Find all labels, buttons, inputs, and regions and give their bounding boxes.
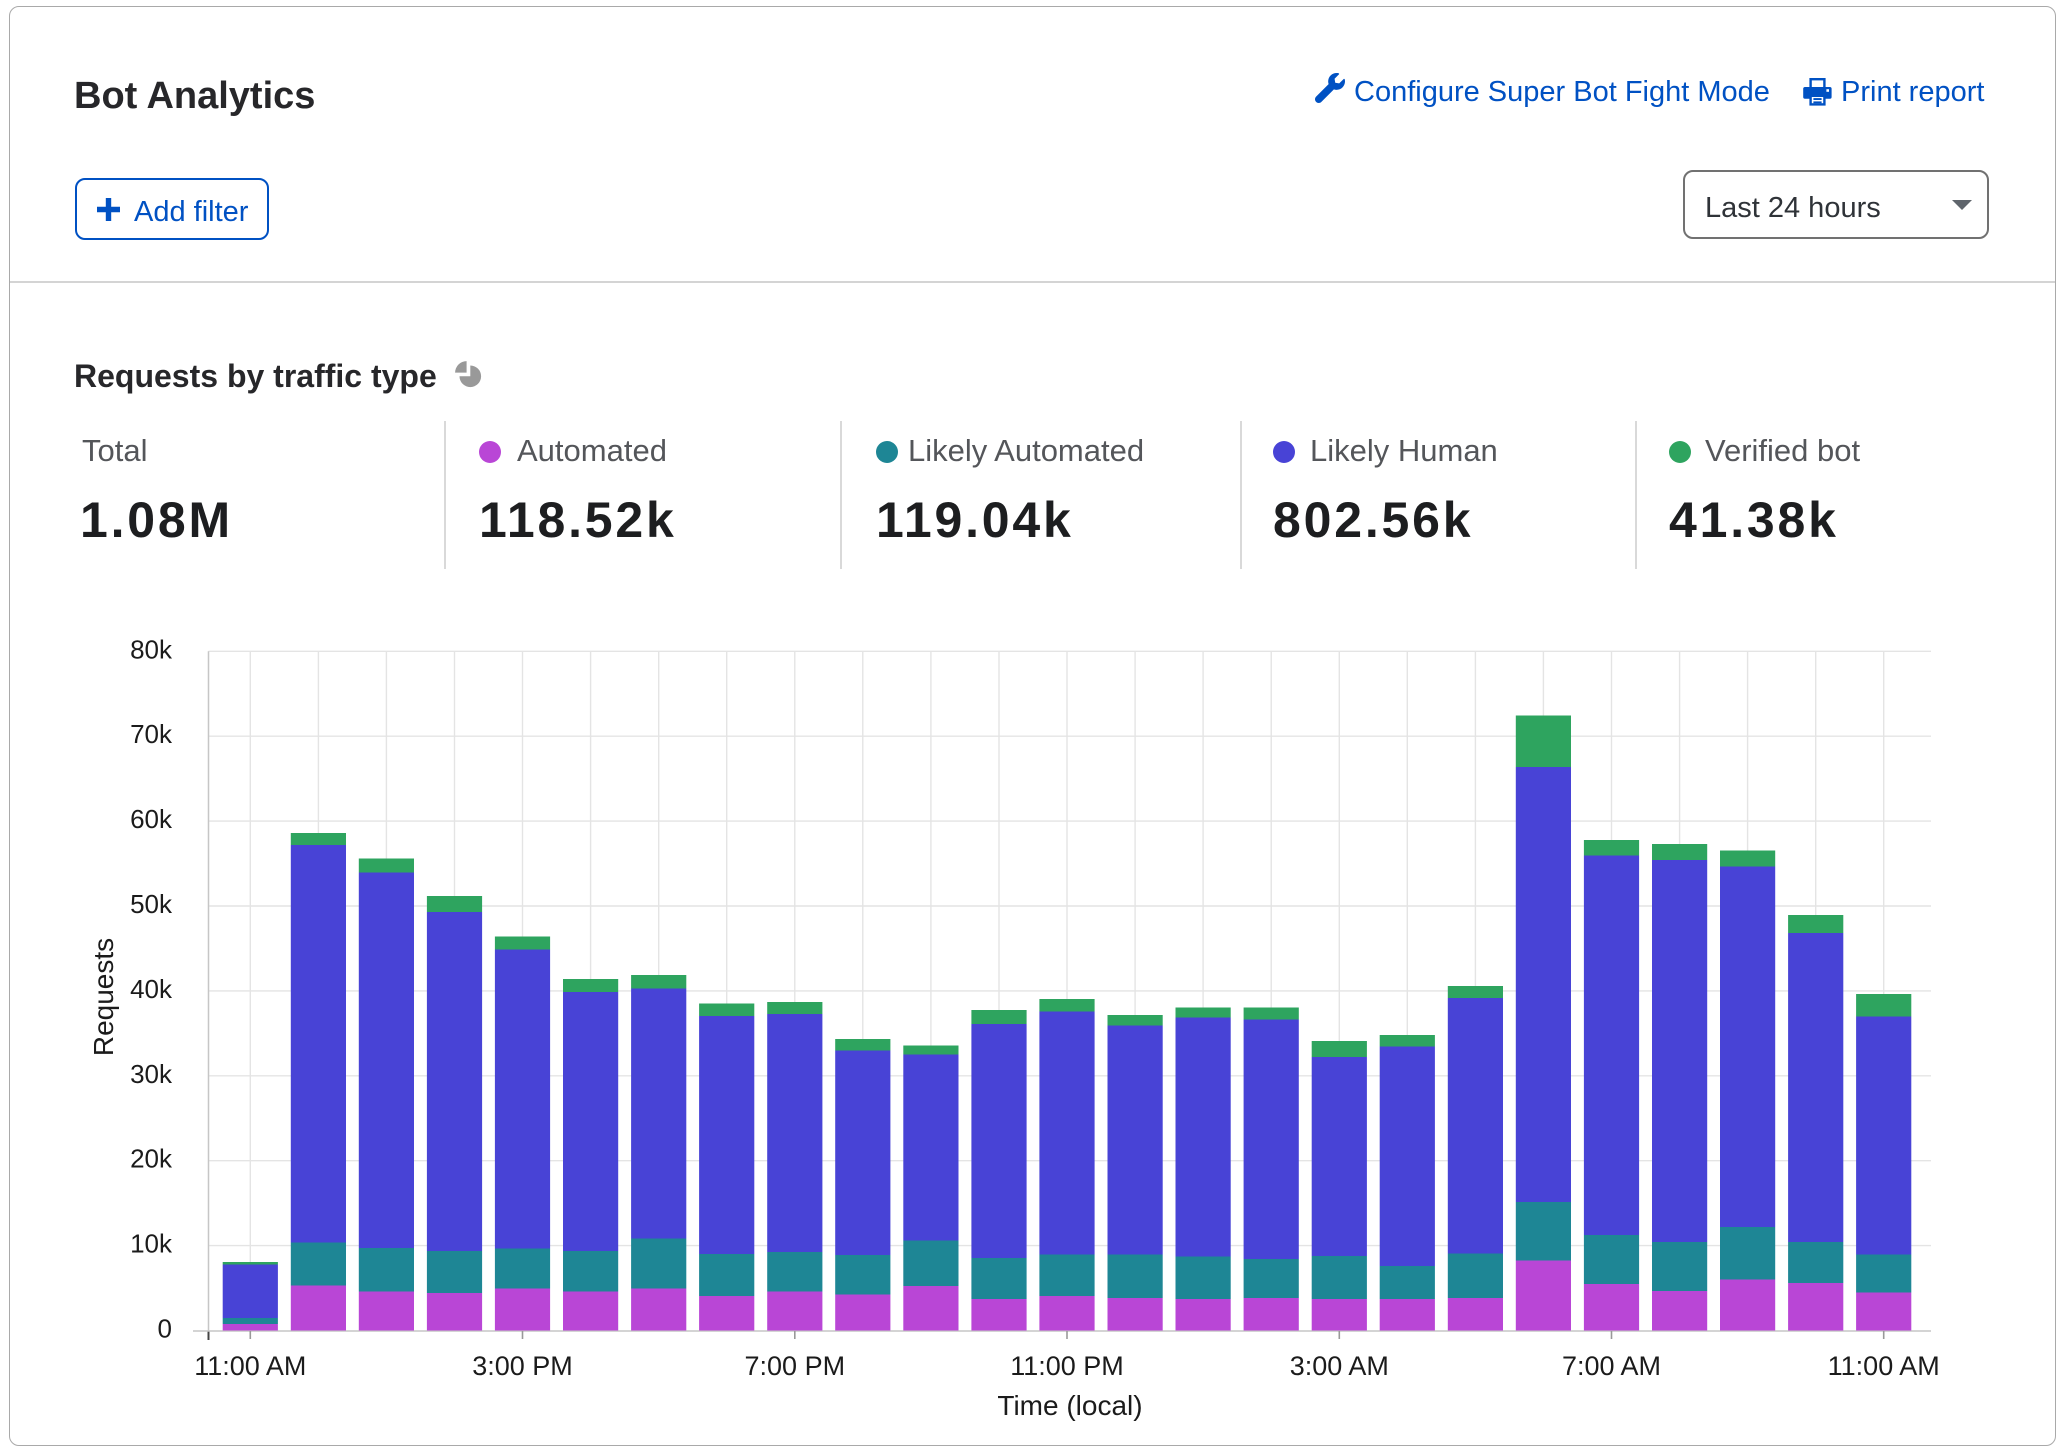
svg-text:50k: 50k xyxy=(130,889,173,919)
svg-text:60k: 60k xyxy=(130,804,173,834)
svg-text:7:00 PM: 7:00 PM xyxy=(745,1351,846,1381)
svg-text:80k: 80k xyxy=(130,634,173,664)
svg-text:3:00 AM: 3:00 AM xyxy=(1290,1351,1389,1381)
svg-text:70k: 70k xyxy=(130,719,173,749)
svg-text:0: 0 xyxy=(158,1314,172,1344)
svg-text:10k: 10k xyxy=(130,1229,173,1259)
svg-text:Time (local): Time (local) xyxy=(997,1390,1142,1421)
svg-text:11:00 AM: 11:00 AM xyxy=(1828,1351,1940,1381)
svg-text:Requests: Requests xyxy=(88,938,119,1056)
svg-text:20k: 20k xyxy=(130,1144,173,1174)
svg-text:40k: 40k xyxy=(130,974,173,1004)
svg-text:11:00 PM: 11:00 PM xyxy=(1010,1351,1124,1381)
svg-text:30k: 30k xyxy=(130,1059,173,1089)
svg-text:7:00 AM: 7:00 AM xyxy=(1562,1351,1661,1381)
svg-text:3:00 PM: 3:00 PM xyxy=(472,1351,573,1381)
svg-text:11:00 AM: 11:00 AM xyxy=(194,1351,306,1381)
